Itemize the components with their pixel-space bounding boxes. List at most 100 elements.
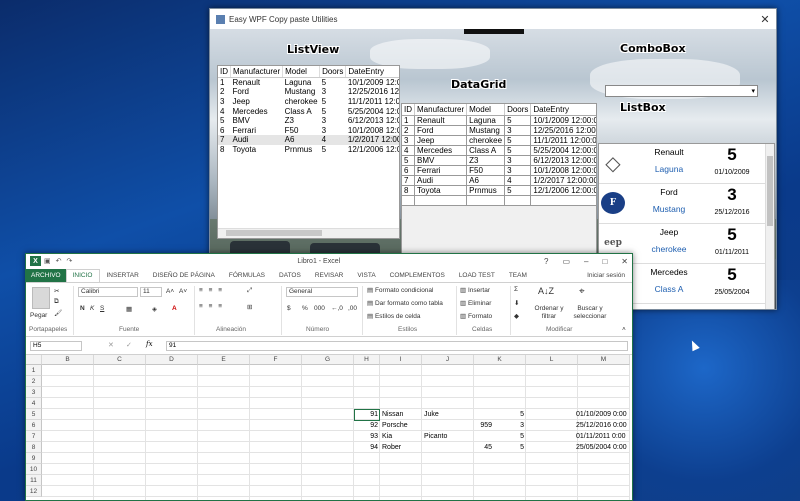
column-header[interactable]: Model [466,104,506,116]
sheet-cell[interactable]: 5 [504,431,524,442]
tab-home[interactable]: INICIO [65,269,100,282]
column-header[interactable]: Doors [319,66,347,78]
close-icon[interactable]: ✕ [754,13,776,26]
row-header[interactable]: 9 [26,453,42,464]
row-header[interactable]: 1 [26,365,42,376]
grow-font-button[interactable]: A˄ [166,288,174,295]
table-row[interactable]: 2FordMustang312/25/2016 12:00:00 AM [402,125,596,136]
table-row[interactable]: 6FerrariF50310/1/2008 12:00:00 AM [402,165,596,176]
align-top-icons[interactable]: ≡ ≡ ≡ [199,287,224,294]
chevron-down-icon[interactable]: ▾ [751,87,755,95]
number-format-select[interactable]: General [286,287,358,297]
sheet-cell[interactable]: 94 [356,442,378,453]
fill-color-icon[interactable]: ◈ [152,305,157,313]
sheet-cell[interactable]: Kia [382,431,420,442]
binoculars-icon[interactable]: ⌖ [579,286,585,297]
column-header[interactable]: ID [218,66,231,78]
tab-insert[interactable]: INSERTAR [100,272,146,282]
sheet-cell[interactable]: 45 [454,442,492,453]
table-row[interactable]: 3Jeepcherokee511/1/2011 12:00:00 AM [218,97,399,107]
table-row[interactable]: 2FordMustang312/25/2016 12:00:00 AM [218,87,399,97]
scrollbar-thumb[interactable] [767,156,773,226]
column-header[interactable]: J [422,355,474,365]
column-header[interactable]: C [94,355,146,365]
save-icon[interactable]: ▣ [44,257,51,265]
column-header[interactable]: ID [402,104,415,116]
sheet-cell[interactable]: 25/05/2004 0:00 [576,442,632,453]
increase-decimals-button[interactable]: ←,0 [331,305,343,312]
row-header[interactable]: 3 [26,387,42,398]
column-header[interactable]: E [198,355,250,365]
table-row[interactable] [402,195,596,206]
paste-button[interactable]: Pegar [30,312,47,319]
column-header[interactable]: D [146,355,198,365]
column-header[interactable]: H [354,355,380,365]
sheet-cell[interactable]: 959 [454,420,492,431]
sheet-cell[interactable]: 5 [504,442,524,453]
thousands-button[interactable]: 000 [314,305,325,312]
tab-view[interactable]: VISTA [350,272,382,282]
table-row[interactable]: 8ToyotaPrnmus512/1/2006 12:00:00 AM [402,185,596,196]
conditional-format-button[interactable]: ▤ Formato condicional [367,286,433,294]
row-header[interactable]: 12 [26,486,42,497]
sheet-cell[interactable]: 01/10/2009 0:00 [576,409,632,420]
column-header[interactable]: F [250,355,302,365]
sort-filter-button[interactable]: Ordenar y filtrar [530,305,568,321]
fill-icon[interactable]: ⬇ [514,299,519,307]
orientation-icon[interactable]: ⤢ [247,287,252,295]
table-row[interactable]: 8ToyotaPrnmus512/1/2006 12:00:00 AM [218,145,399,155]
format-as-table-button[interactable]: ▤ Dar formato como tabla [367,299,443,307]
minimize-icon[interactable]: – [584,257,588,266]
format-painter-icon[interactable]: 🖌 [54,309,62,317]
tab-file[interactable]: ARCHIVO [26,269,66,282]
table-row[interactable]: 6FerrariF50310/1/2008 12:00:00 AM [218,125,399,135]
row-header[interactable]: 5 [26,409,42,420]
sheet-cell[interactable]: 25/12/2016 0:00 [576,420,632,431]
column-header[interactable]: K [474,355,526,365]
font-size-select[interactable]: 11 [140,287,162,297]
row-header[interactable]: 11 [26,475,42,486]
column-header[interactable]: B [42,355,94,365]
sheet-cell[interactable]: Porsche [382,420,420,431]
bold-button[interactable]: N [80,305,85,312]
excel-titlebar[interactable]: X ▣ ↶ ↷ Libro1 - Excel ? ▭ – □ ✕ [26,254,632,268]
borders-icon[interactable]: ▦ [126,305,132,313]
copy-icon[interactable]: ⧉ [54,298,59,306]
row-header[interactable]: 6 [26,420,42,431]
list-item[interactable]: F Ford Mustang 3 25/12/2016 [599,184,765,224]
selected-cell[interactable] [354,409,380,421]
sheet-cell[interactable]: Nissan [382,409,420,420]
clear-icon[interactable]: ◆ [514,312,519,320]
combobox[interactable]: ▾ [605,85,758,97]
table-row[interactable]: 3Jeepcherokee511/1/2011 12:00:00 AM [402,135,596,146]
column-header[interactable]: DateEntry [345,66,399,78]
autosum-icon[interactable]: Σ [514,286,518,293]
paste-icon[interactable] [32,287,50,309]
table-row[interactable]: 1RenaultLaguna510/1/2009 12:00:00 AM [402,115,596,126]
sheet-cell[interactable]: 5 [504,409,524,420]
column-header[interactable]: M [578,355,630,365]
close-icon[interactable]: ✕ [621,257,628,266]
format-button[interactable]: ▥ Formato [460,312,492,320]
sort-filter-icon[interactable]: A↓Z [538,286,554,296]
help-icon[interactable]: ? [544,257,548,266]
shrink-font-button[interactable]: A˅ [179,288,187,295]
insert-function-button[interactable]: fx [146,340,153,348]
tab-load-test[interactable]: LOAD TEST [452,272,502,282]
column-header[interactable]: G [302,355,354,365]
delete-button[interactable]: ▥ Eliminar [460,299,491,307]
tab-review[interactable]: REVISAR [308,272,351,282]
sheet-cell[interactable]: Rober [382,442,420,453]
column-header[interactable]: Manufacturer [230,66,284,78]
insert-button[interactable]: ▥ Insertar [460,286,490,294]
table-row[interactable]: 1RenaultLaguna510/1/2009 12:00:00 AM [218,78,399,88]
row-header[interactable]: 7 [26,431,42,442]
tab-data[interactable]: DATOS [272,272,308,282]
cut-icon[interactable]: ✂ [54,287,59,295]
sheet-cell[interactable]: 93 [356,431,378,442]
table-row[interactable]: 7AudiA641/2/2017 12:00:00 AM [402,175,596,186]
tab-formulas[interactable]: FÓRMULAS [222,272,272,282]
table-row[interactable]: 4MercedesClass A55/25/2004 12:00:00 AM [402,145,596,156]
tab-addins[interactable]: COMPLEMENTOS [383,272,452,282]
table-row[interactable]: 7AudiA641/2/2017 12:00:00 AM [218,135,399,145]
